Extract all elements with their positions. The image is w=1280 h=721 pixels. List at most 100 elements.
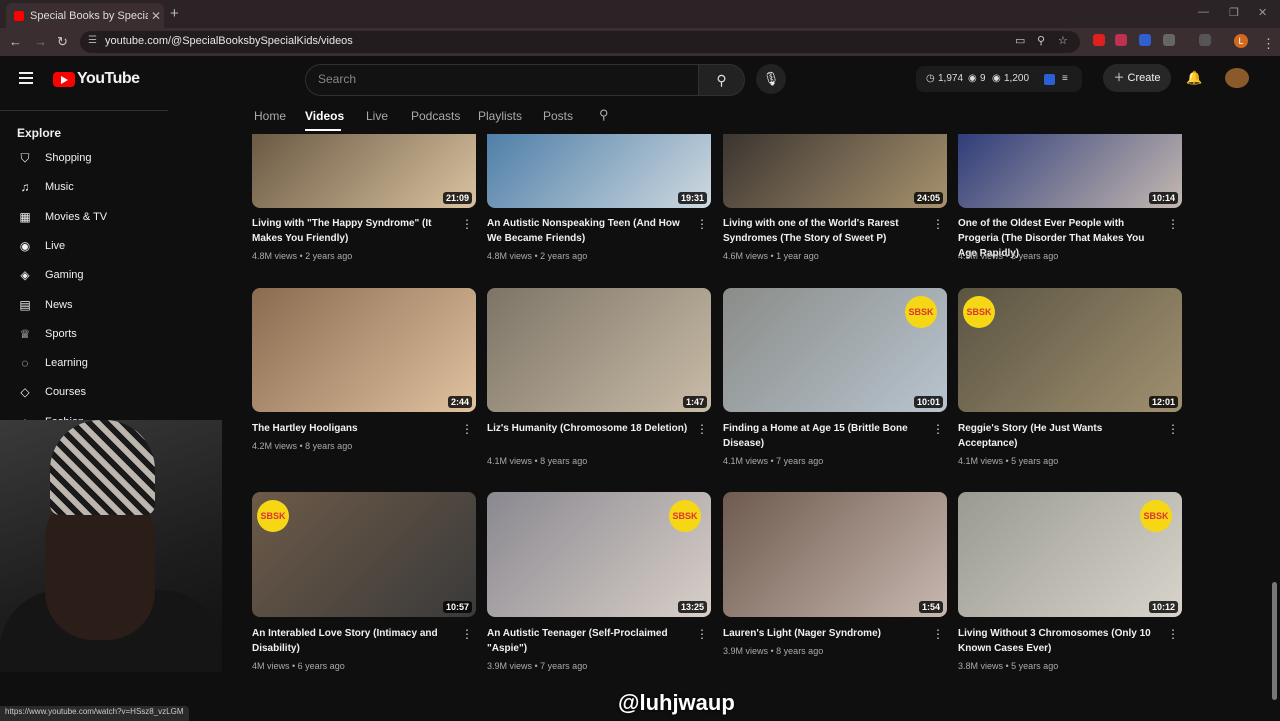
site-info-icon[interactable]: ☰	[88, 35, 97, 46]
video-age: 2 years ago	[305, 251, 353, 261]
video-thumbnail[interactable]: 10:57 SBSK	[252, 492, 476, 617]
video-thumbnail[interactable]: 13:25 SBSK	[487, 492, 711, 617]
back-icon[interactable]: ←	[9, 34, 22, 49]
sidebar-item-news[interactable]: ▤ News	[17, 294, 167, 316]
list-icon[interactable]: ≡	[1062, 73, 1068, 84]
video-title[interactable]: Living with "The Happy Syndrome" (It Mak…	[252, 216, 457, 246]
video-menu-icon[interactable]: ⋮	[696, 217, 708, 231]
notifications-bell-icon[interactable]: 🔔	[1186, 70, 1202, 86]
extension-icon[interactable]	[1139, 34, 1151, 46]
video-title[interactable]: Finding a Home at Age 15 (Brittle Bone D…	[723, 421, 928, 451]
tab-podcasts[interactable]: Podcasts	[411, 109, 460, 123]
sidebar-item-sports[interactable]: ♕ Sports	[17, 323, 167, 345]
search-icon: ⚲	[716, 72, 727, 88]
video-menu-icon[interactable]: ⋮	[932, 422, 944, 436]
youtube-logo[interactable]: YouTube	[53, 70, 140, 88]
search-button[interactable]: ⚲	[698, 64, 745, 96]
video-thumbnail[interactable]: 1:54	[723, 492, 947, 617]
video-menu-icon[interactable]: ⋮	[1167, 217, 1179, 231]
tab-home[interactable]: Home	[254, 109, 286, 123]
sidebar-item-music[interactable]: ♫ Music	[17, 176, 167, 198]
sidebar-item-live[interactable]: ◉ Live	[17, 235, 167, 257]
reload-icon[interactable]: ↻	[57, 34, 68, 50]
video-menu-icon[interactable]: ⋮	[461, 217, 473, 231]
video-meta: 4.1M views • 5 years ago	[958, 456, 1058, 466]
video-thumbnail[interactable]: 10:12 SBSK	[958, 492, 1182, 617]
video-meta: 4.6M views • 1 year ago	[723, 251, 819, 261]
video-thumbnail[interactable]: 24:05	[723, 134, 947, 208]
tab-posts[interactable]: Posts	[543, 109, 573, 123]
search-input[interactable]: Search	[305, 64, 700, 96]
meta-separator: •	[297, 441, 306, 451]
video-views: 4.1M views	[487, 456, 533, 466]
video-title[interactable]: Liz's Humanity (Chromosome 18 Deletion)	[487, 421, 692, 436]
video-duration: 10:14	[1148, 192, 1178, 204]
forward-icon[interactable]: →	[34, 34, 47, 49]
extension-stats[interactable]: ◷ 1,974 ◉ 9 ◉ 1,200 ≡	[916, 66, 1082, 92]
sidebar-item-label: News	[45, 298, 73, 311]
video-menu-icon[interactable]: ⋮	[1167, 422, 1179, 436]
eye-icon: ◉	[968, 73, 977, 84]
extension-icon[interactable]	[1044, 74, 1055, 85]
sidebar-divider	[0, 110, 168, 111]
video-thumbnail[interactable]: 10:01 SBSK	[723, 288, 947, 412]
sidebar-item-learning[interactable]: ◌ Learning	[17, 352, 167, 374]
create-button[interactable]: ＋ Create	[1103, 64, 1171, 92]
video-thumbnail[interactable]: 19:31	[487, 134, 711, 208]
url-text: youtube.com/@SpecialBooksbySpecialKids/v…	[105, 35, 353, 47]
video-thumbnail[interactable]: 2:44	[252, 288, 476, 412]
sidebar-item-shopping[interactable]: ⛉ Shopping	[17, 147, 167, 169]
minimize-icon[interactable]: —	[1198, 6, 1209, 18]
video-title[interactable]: Reggie's Story (He Just Wants Acceptance…	[958, 421, 1163, 451]
browser-menu-icon[interactable]: ⋮	[1262, 36, 1275, 52]
video-title[interactable]: Living Without 3 Chromosomes (Only 10 Kn…	[958, 626, 1163, 656]
video-thumbnail[interactable]: 1:47	[487, 288, 711, 412]
sidebar-item-gaming[interactable]: ◈ Gaming	[17, 264, 167, 286]
video-menu-icon[interactable]: ⋮	[1167, 627, 1179, 641]
tab-live[interactable]: Live	[366, 109, 388, 123]
video-thumbnail[interactable]: 10:14	[958, 134, 1182, 208]
extension-icon[interactable]	[1093, 34, 1105, 46]
video-title[interactable]: An Autistic Teenager (Self-Proclaimed "A…	[487, 626, 692, 656]
webcam-hat	[50, 420, 155, 515]
webcam-overlay	[0, 420, 222, 672]
youtube-favicon-icon	[14, 10, 24, 21]
browser-tab[interactable]: Special Books by Special Kids - ✕	[6, 3, 164, 28]
sidebar-item-movies-tv[interactable]: ▦ Movies & TV	[17, 206, 167, 228]
video-title[interactable]: An Autistic Nonspeaking Teen (And How We…	[487, 216, 692, 246]
scrollbar-thumb[interactable]	[1272, 582, 1277, 700]
cast-icon[interactable]: ▭	[1015, 34, 1025, 47]
new-tab-icon[interactable]: +	[170, 5, 179, 22]
voice-search-button[interactable]: 🎙	[756, 64, 786, 94]
side-panel-icon[interactable]	[1199, 34, 1211, 46]
tab-playlists[interactable]: Playlists	[478, 109, 522, 123]
channel-search-icon[interactable]: ⚲	[599, 107, 609, 123]
video-thumbnail[interactable]: 12:01 SBSK	[958, 288, 1182, 412]
video-menu-icon[interactable]: ⋮	[696, 422, 708, 436]
url-field[interactable]: ☰ youtube.com/@SpecialBooksbySpecialKids…	[80, 31, 1080, 53]
avatar[interactable]	[1225, 68, 1249, 88]
zoom-icon[interactable]: ⚲	[1037, 34, 1045, 47]
video-title[interactable]: Living with one of the World's Rarest Sy…	[723, 216, 928, 246]
video-menu-icon[interactable]: ⋮	[696, 627, 708, 641]
video-title[interactable]: An Interabled Love Story (Intimacy and D…	[252, 626, 457, 656]
video-menu-icon[interactable]: ⋮	[461, 627, 473, 641]
video-thumbnail[interactable]: 21:09	[252, 134, 476, 208]
video-menu-icon[interactable]: ⋮	[932, 627, 944, 641]
extensions-puzzle-icon[interactable]	[1163, 34, 1175, 46]
close-window-icon[interactable]: ✕	[1258, 6, 1267, 19]
extension-icon[interactable]	[1115, 34, 1127, 46]
bookmark-star-icon[interactable]: ☆	[1058, 34, 1068, 47]
video-title[interactable]: The Hartley Hooligans	[252, 421, 457, 436]
sidebar-item-courses[interactable]: ◇ Courses	[17, 381, 167, 403]
maximize-icon[interactable]: ❐	[1229, 6, 1239, 19]
video-menu-icon[interactable]: ⋮	[932, 217, 944, 231]
video-menu-icon[interactable]: ⋮	[461, 422, 473, 436]
video-age: 1 year ago	[776, 251, 819, 261]
browser-profile-icon[interactable]: L	[1234, 34, 1248, 48]
video-title[interactable]: Lauren's Light (Nager Syndrome)	[723, 626, 928, 641]
menu-icon[interactable]	[19, 72, 33, 87]
live-icon: ◉	[19, 238, 31, 253]
tab-videos[interactable]: Videos	[305, 109, 344, 123]
close-tab-icon[interactable]: ✕	[148, 9, 164, 23]
